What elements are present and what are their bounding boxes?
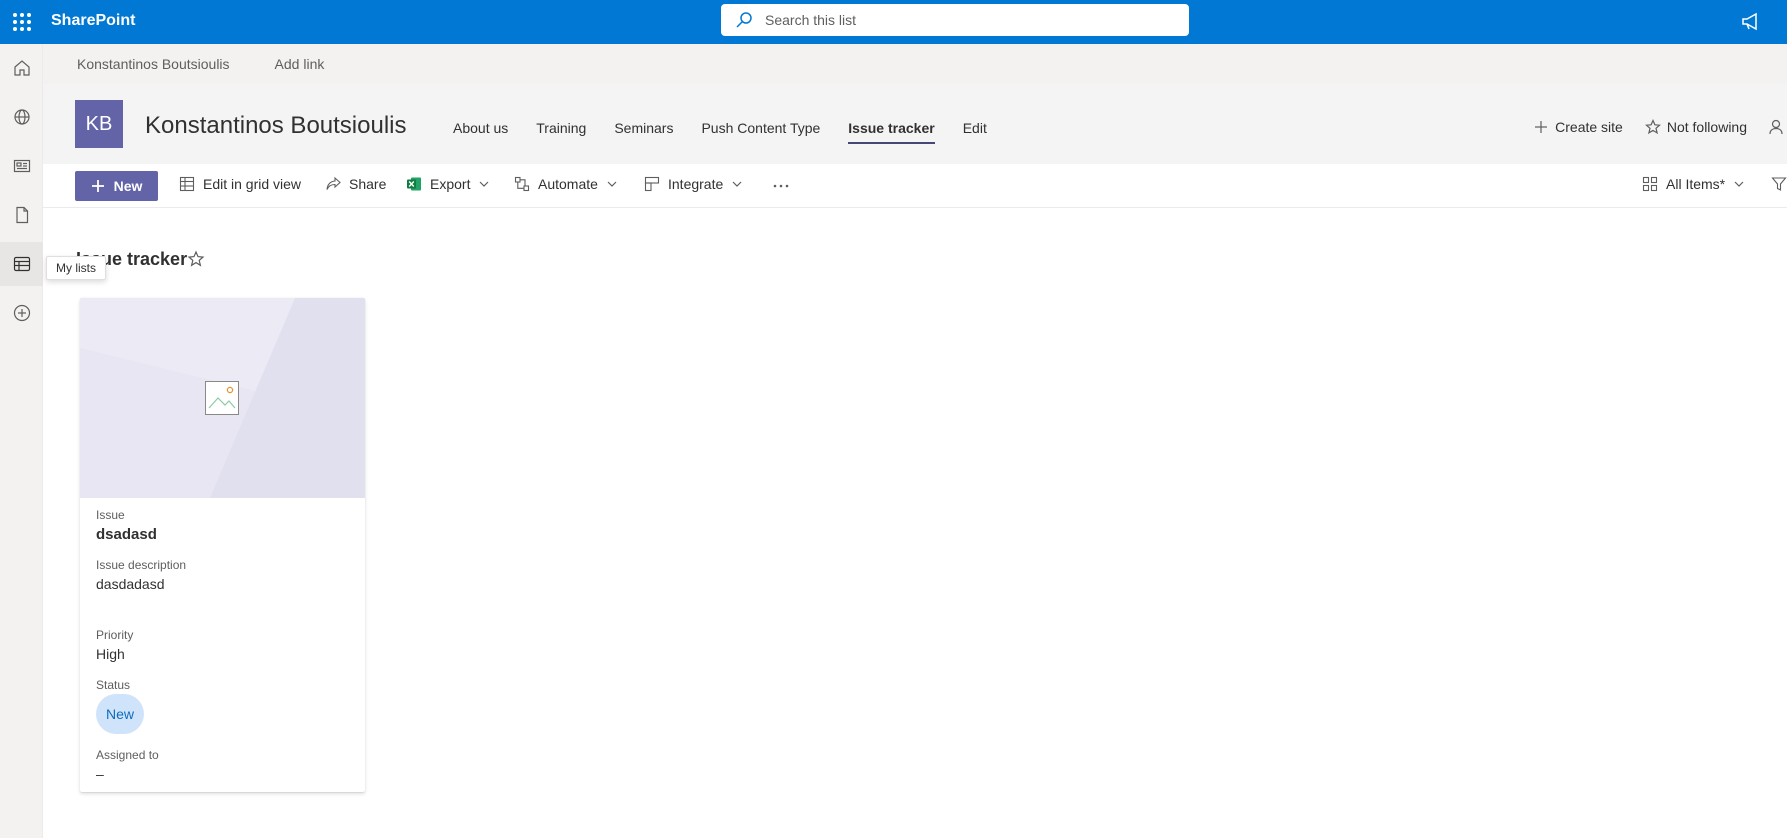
chevron-down-icon: [732, 181, 742, 187]
follow-button[interactable]: Not following: [1644, 119, 1747, 135]
site-nav: About us Training Seminars Push Content …: [453, 120, 1015, 144]
site-nav-training[interactable]: Training: [536, 120, 586, 144]
edit-grid-view-label: Edit in grid view: [203, 176, 302, 192]
hub-nav-home[interactable]: Konstantinos Boutsioulis: [77, 56, 230, 72]
rail-news[interactable]: [0, 144, 43, 188]
site-title[interactable]: Konstantinos Boutsioulis: [145, 112, 407, 140]
plus-icon: [91, 180, 104, 192]
export-button[interactable]: Export: [406, 176, 489, 192]
home-icon: [13, 60, 30, 76]
tiles-view-icon: [1642, 176, 1658, 192]
site-nav-seminars[interactable]: Seminars: [614, 120, 673, 144]
chevron-down-icon: [480, 181, 489, 187]
create-site-label: Create site: [1555, 119, 1623, 135]
card-preview: [80, 298, 365, 498]
automate-icon: [514, 176, 530, 192]
app-launcher-icon[interactable]: [8, 8, 36, 36]
hub-nav: Konstantinos Boutsioulis Add link: [43, 44, 1787, 84]
search-input[interactable]: [765, 12, 1165, 28]
view-selector-label: All Items*: [1666, 176, 1726, 192]
favorite-star-icon[interactable]: [187, 250, 205, 268]
site-nav-about-us[interactable]: About us: [453, 120, 508, 144]
field-label-status: Status: [96, 678, 131, 692]
view-selector[interactable]: All Items*: [1642, 176, 1744, 192]
news-icon: [13, 159, 30, 173]
chevron-down-icon: [607, 181, 617, 187]
field-value-issue: dsadasd: [96, 526, 157, 543]
integrate-button[interactable]: Integrate: [644, 176, 742, 192]
integrate-label: Integrate: [668, 176, 724, 192]
excel-icon: [407, 177, 421, 191]
rail-tooltip: My lists: [46, 256, 106, 280]
filter-button[interactable]: [1771, 176, 1787, 192]
add-circle-icon: [13, 304, 30, 322]
hub-nav-add-link[interactable]: Add link: [275, 56, 325, 72]
site-logo[interactable]: KB: [75, 100, 123, 148]
star-icon: [1644, 119, 1661, 135]
more-icon[interactable]: [771, 176, 791, 196]
file-icon: [15, 206, 28, 224]
search-icon: [736, 12, 752, 28]
new-button[interactable]: New: [75, 171, 158, 201]
command-bar: New Edit in grid view Share Export Autom…: [43, 164, 1787, 208]
status-badge: New: [96, 694, 144, 734]
share-button[interactable]: Share: [325, 176, 386, 192]
field-value-issue-description: dasdadasd: [96, 576, 165, 592]
site-members-icon[interactable]: [1769, 118, 1787, 136]
rail-create[interactable]: [0, 291, 43, 335]
new-button-label: New: [113, 178, 143, 194]
automate-button[interactable]: Automate: [514, 176, 617, 192]
rail-home[interactable]: [0, 46, 43, 90]
field-label-issue-description: Issue description: [96, 558, 187, 572]
field-value-priority: High: [96, 646, 125, 662]
list-icon: [13, 256, 30, 272]
share-icon: [326, 176, 341, 190]
field-label-priority: Priority: [96, 628, 134, 642]
image-placeholder-icon: [205, 381, 239, 415]
plus-icon: [1535, 121, 1548, 133]
site-header: KB Konstantinos Boutsioulis About us Tra…: [43, 84, 1787, 164]
brand-name[interactable]: SharePoint: [51, 12, 135, 30]
rail-files[interactable]: [0, 193, 43, 237]
grid-icon: [179, 176, 195, 192]
rail-sites[interactable]: [0, 95, 43, 139]
edit-grid-view-button[interactable]: Edit in grid view: [179, 176, 301, 192]
field-label-issue: Issue: [96, 508, 125, 522]
search-box[interactable]: [721, 4, 1189, 36]
field-label-assigned-to: Assigned to: [96, 748, 159, 762]
list-item-card[interactable]: Issue dsadasd Issue description dasdadas…: [80, 298, 365, 792]
field-value-assigned-to: –: [96, 766, 104, 782]
left-rail: [0, 44, 43, 838]
site-nav-issue-tracker[interactable]: Issue tracker: [848, 120, 935, 144]
export-label: Export: [430, 176, 471, 192]
filter-icon: [1771, 177, 1787, 191]
automate-label: Automate: [538, 176, 598, 192]
integrate-icon: [644, 176, 660, 192]
rail-my-lists[interactable]: [0, 242, 43, 286]
site-nav-edit[interactable]: Edit: [963, 120, 987, 144]
share-label: Share: [349, 176, 387, 192]
header-actions: Create site Not following: [1533, 118, 1787, 136]
create-site-button[interactable]: Create site: [1533, 119, 1623, 135]
suite-bar: SharePoint: [0, 0, 1787, 44]
follow-label: Not following: [1666, 119, 1747, 135]
chevron-down-icon: [1734, 181, 1744, 187]
site-nav-push-content-type[interactable]: Push Content Type: [701, 120, 820, 144]
megaphone-icon[interactable]: [1739, 10, 1763, 34]
globe-icon: [13, 109, 30, 125]
